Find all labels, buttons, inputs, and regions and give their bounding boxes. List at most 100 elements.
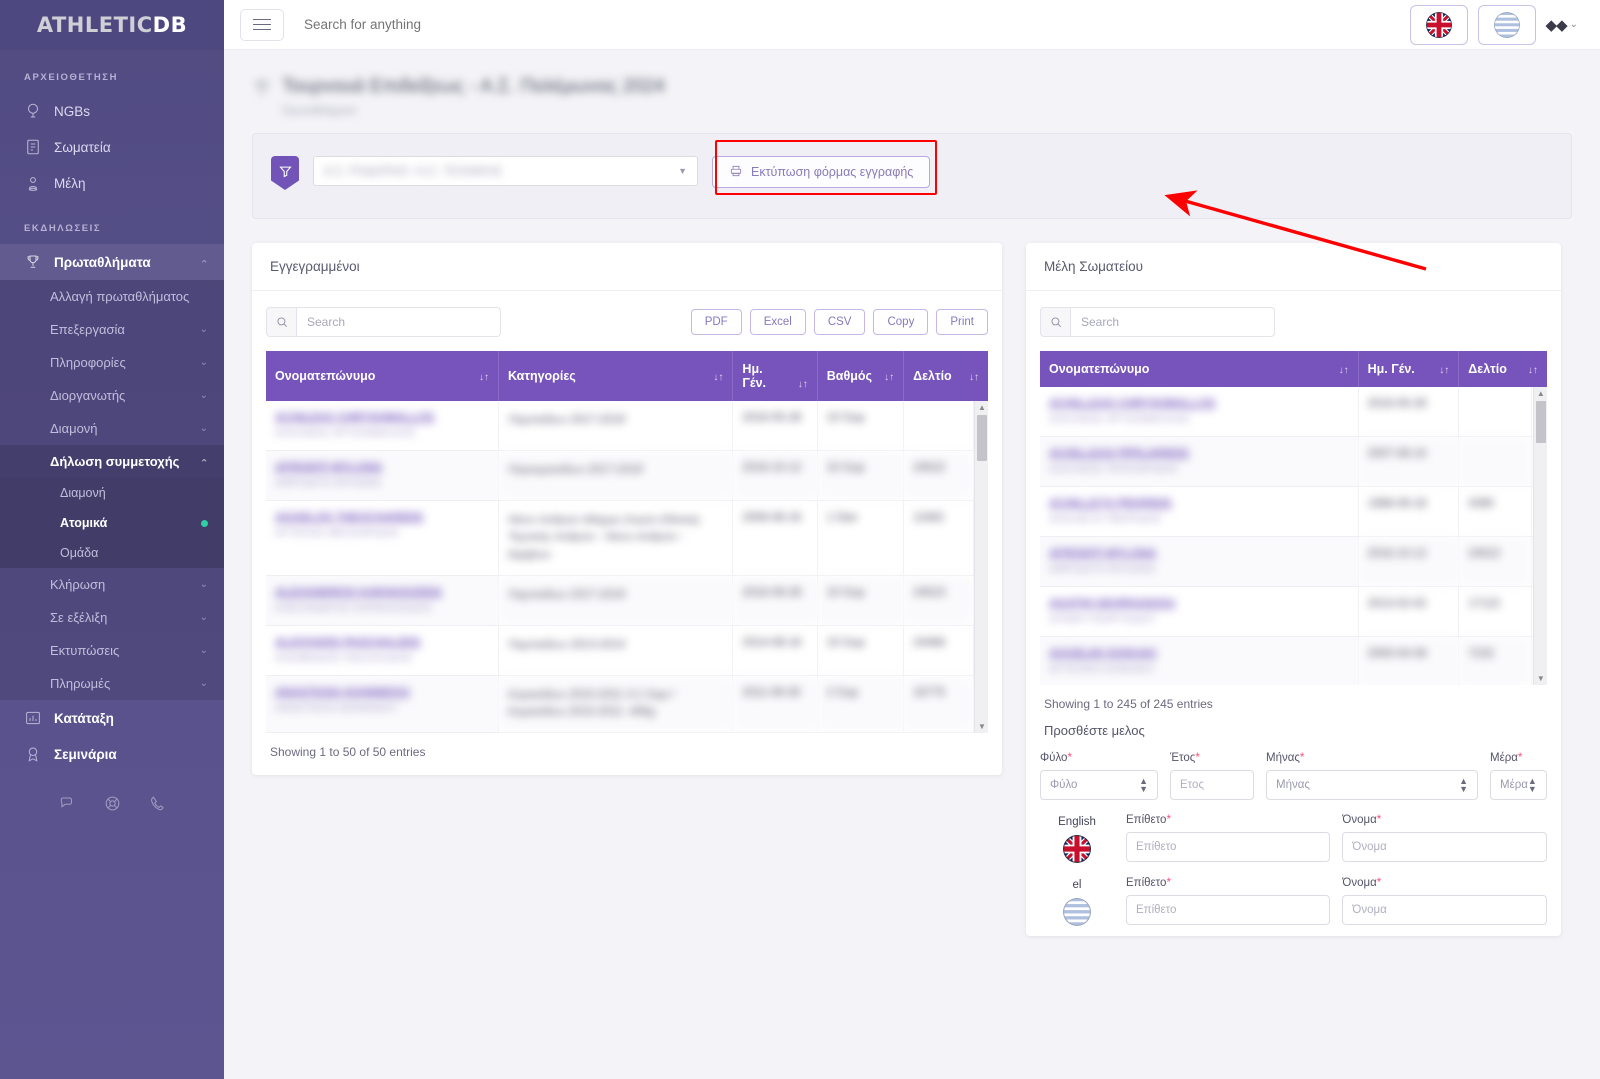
table-row[interactable]: AFRODITI MYLONA ΑΦΡΟΔΙΤΗ ΜΥΛΩΝΑ 2016-10-… — [1040, 536, 1547, 587]
filter-icon[interactable] — [271, 156, 299, 190]
cell-birthdate: 2000-04-09 — [1358, 636, 1460, 685]
sidebar-item-ngbs[interactable]: NGBs — [0, 93, 224, 129]
member-name-en: ALEXANDROS KARAKIOZIDIS — [275, 586, 442, 599]
sidebar-subitem-draw[interactable]: Κλήρωση ⌄ — [0, 568, 224, 601]
table-row[interactable]: AFRODITI MYLONA ΑΦΡΟΔΙΤΗ ΜΥΛΩΝΑ Παγκορασ… — [266, 450, 988, 501]
sidebar-item-label: Κατάταξη — [54, 710, 114, 726]
table-row[interactable]: ANASTASIA IOANNIDOU ΑΝΑΣΤΑΣΙΑ ΙΩΑΝΝΙΔΟΥ … — [266, 675, 988, 734]
sidebar-subitem-accommodation[interactable]: Διαμονή ⌄ — [0, 412, 224, 445]
surname-label: Επίθετο* — [1126, 814, 1330, 826]
day-select[interactable]: Μέρα ▲ ▼ — [1490, 770, 1547, 800]
month-select[interactable]: Μήνας ▲ ▼ — [1266, 770, 1478, 800]
column-header-name[interactable]: Ονοματεπώνυμο ↓↑ — [266, 351, 499, 401]
cell-grade: 10 Gup — [817, 450, 905, 501]
sidebar-subitem-ongoing[interactable]: Σε εξέλιξη ⌄ — [0, 601, 224, 634]
registered-table-body: ACHILEAS CHRYSOMALLOS ΑΧΙΛΛΕΑΣ ΧΡΥΣΟΜΑΛΛ… — [266, 401, 988, 734]
members-search-input[interactable] — [1070, 307, 1275, 337]
export-excel-button[interactable]: Excel — [749, 309, 806, 335]
day-field: Μέρα* Μέρα ▲ ▼ — [1490, 752, 1547, 800]
scrollbar-thumb[interactable] — [977, 415, 987, 461]
sidebar-subitem-participation-accommodation[interactable]: Διαμονή — [0, 478, 224, 508]
user-menu[interactable]: ◆◆ ⌄ — [1546, 16, 1584, 34]
table-row[interactable]: ACHILLEAS CHRYSOMALLOS ΑΧΙΛΛΕΑΣ ΧΡΥΣΟΜΑΛ… — [1040, 387, 1547, 437]
year-input[interactable] — [1170, 770, 1254, 800]
column-header-card[interactable]: Δελτίο ↓↑ — [903, 351, 988, 401]
phone-icon[interactable] — [148, 794, 167, 818]
member-name-el: ΑΛΕΞΑΝΔΡΟΣ ΚΑΡΑΚΙΟΖΙΔΗΣ — [275, 601, 432, 614]
gender-select[interactable]: Φύλο ▲ ▼ — [1040, 770, 1158, 800]
table-row[interactable]: ALEXANDROS KARAKIOZIDIS ΑΛΕΞΑΝΔΡΟΣ ΚΑΡΑΚ… — [266, 575, 988, 626]
scroll-up-arrow-icon[interactable]: ▲ — [978, 403, 986, 412]
sidebar-item-members[interactable]: Μέλη — [0, 165, 224, 201]
copy-button[interactable]: Copy — [873, 309, 929, 335]
table-scrollbar[interactable]: ▲ ▼ — [974, 401, 988, 734]
table-row[interactable]: AGGELOS THEOCHARIDIS ΑΓΓΕΛΟΣ ΘΕΟΧΑΡΙΔΗΣ … — [266, 500, 988, 576]
column-header-card[interactable]: Δελτίο ↓↑ — [1458, 351, 1547, 387]
cell-birthdate: 1998-09-18 — [1358, 486, 1460, 537]
sidebar-subitem-participation[interactable]: Δήλωση συμμετοχής ⌄ — [0, 445, 224, 478]
cell-card: 24522 — [903, 450, 975, 501]
scroll-up-arrow-icon[interactable]: ▲ — [1537, 389, 1545, 398]
column-header-birthdate[interactable]: Ημ. Γέν. ↓↑ — [1358, 351, 1460, 387]
scroll-down-arrow-icon[interactable]: ▼ — [978, 722, 986, 731]
column-header-grade[interactable]: Βαθμός ↓↑ — [817, 351, 905, 401]
hamburger-icon[interactable] — [240, 8, 284, 41]
table-row[interactable]: ACHILLEAS PIPILIARIDIS ΑΧΙΛΛΕΑΣ ΠΙΠΙΛΙΑΡ… — [1040, 436, 1547, 487]
cell-grade: 10 Gup — [817, 625, 905, 676]
column-header-name[interactable]: Ονοματεπώνυμο ↓↑ — [1040, 351, 1359, 387]
print-registration-form-button[interactable]: Εκτύπωση φόρμας εγγραφής — [712, 156, 931, 188]
table-row[interactable]: AGATHI GEORGIADOU ΑΓΑΘΗ ΓΕΩΡΓΙΑΔΟΥ 2013-… — [1040, 586, 1547, 637]
table-row[interactable]: ACHILEAS CHRYSOMALLOS ΑΧΙΛΛΕΑΣ ΧΡΥΣΟΜΑΛΛ… — [266, 401, 988, 451]
sidebar-item-ranking[interactable]: Κατάταξη — [0, 700, 224, 736]
surname-input-el[interactable] — [1126, 895, 1331, 925]
sidebar-item-label: Σεμινάρια — [54, 746, 117, 762]
sidebar-item-championships[interactable]: Πρωταθλήματα ⌄ — [0, 244, 224, 280]
members-table-scroll[interactable]: ACHILLEAS CHRYSOMALLOS ΑΧΙΛΛΕΑΣ ΧΡΥΣΟΜΑΛ… — [1040, 387, 1547, 685]
sidebar-subitem-payments[interactable]: Πληρωμές ⌄ — [0, 667, 224, 700]
stepper-icon: ▲ ▼ — [1459, 775, 1468, 794]
surname-input-en[interactable] — [1126, 832, 1331, 862]
sidebar-subitem-printouts[interactable]: Εκτυπώσεις ⌄ — [0, 634, 224, 667]
chevron-down-icon: ⌄ — [1569, 19, 1578, 30]
sidebar-item-clubs[interactable]: Σωματεία — [0, 129, 224, 165]
print-table-button[interactable]: Print — [936, 309, 988, 335]
scrollbar-thumb[interactable] — [1535, 401, 1546, 443]
sidebar-subitem-organizer[interactable]: Διοργανωτής ⌄ — [0, 379, 224, 412]
sidebar-subitem-change-championship[interactable]: Αλλαγή πρωταθλήματος — [0, 280, 224, 313]
firstname-input-en[interactable] — [1342, 832, 1547, 862]
cell-card: 16775 — [903, 675, 975, 734]
chat-icon[interactable] — [58, 794, 77, 818]
sidebar-subitem-info[interactable]: Πληροφορίες ⌄ — [0, 346, 224, 379]
cell-card — [903, 401, 975, 451]
lifebuoy-icon[interactable] — [103, 794, 122, 818]
cell-name: ACHILEAS CHRYSOMALLOS ΑΧΙΛΛΕΑΣ ΧΡΥΣΟΜΑΛΛ… — [266, 401, 499, 451]
global-search-input[interactable] — [304, 17, 624, 32]
export-pdf-button[interactable]: PDF — [690, 309, 742, 335]
column-header-categories[interactable]: Κατηγορίες ↓↑ — [498, 351, 734, 401]
language-button-en[interactable] — [1409, 4, 1468, 45]
club-select[interactable]: Α.Σ. ΡΟΔΟΠΗΣ / Α.Σ. ΤΕΧΝΙΚΗΣ ▼ — [313, 156, 698, 186]
firstname-input-el[interactable] — [1342, 895, 1547, 925]
export-csv-button[interactable]: CSV — [813, 309, 866, 335]
required-marker: * — [1376, 814, 1382, 826]
cell-card — [1458, 387, 1533, 437]
brand-logo[interactable]: ATHLETICDB — [0, 0, 224, 50]
sidebar-subitem-participation-team[interactable]: Ομάδα — [0, 538, 224, 568]
table-row[interactable]: ALKIVIADIS PASCHALIDIS ΑΛΚΙΒΙΑΔΗΣ ΠΑΣΧΑΛ… — [266, 625, 988, 676]
table-row[interactable]: AGGELIKI KIOKAKI ΑΓΓΕΛΙΚΗ ΚΙΟΚΑΚΗ 2000-0… — [1040, 636, 1547, 685]
table-scrollbar[interactable]: ▲ ▼ — [1532, 387, 1547, 685]
cards-container: Εγγεγραμμένοι PDF — [224, 219, 1600, 936]
registered-table-scroll[interactable]: ACHILEAS CHRYSOMALLOS ΑΧΙΛΛΕΑΣ ΧΡΥΣΟΜΑΛΛ… — [266, 401, 988, 734]
language-button-el[interactable] — [1477, 4, 1536, 45]
column-header-birthdate[interactable]: Ημ. Γέν. ↓↑ — [732, 351, 818, 401]
registered-search-input[interactable] — [296, 307, 501, 337]
cell-grade: 10 Gup — [817, 401, 905, 451]
label-text: Όνομα — [1342, 877, 1377, 889]
cell-card: 4390 — [1458, 486, 1533, 537]
sidebar-subitem-participation-individual[interactable]: Ατομικά — [0, 508, 224, 538]
sidebar-item-seminars[interactable]: Σεμινάρια — [0, 736, 224, 772]
table-row[interactable]: ACHILLEYS PEKRIDIS ΑΧΙΛΛΕΥΣ ΠΕΚΡΙΔΗΣ 199… — [1040, 486, 1547, 537]
sidebar-subitem-edit[interactable]: Επεξεργασία ⌄ — [0, 313, 224, 346]
chevron-down-icon: ⌄ — [199, 357, 208, 368]
scroll-down-arrow-icon[interactable]: ▼ — [1537, 674, 1545, 683]
